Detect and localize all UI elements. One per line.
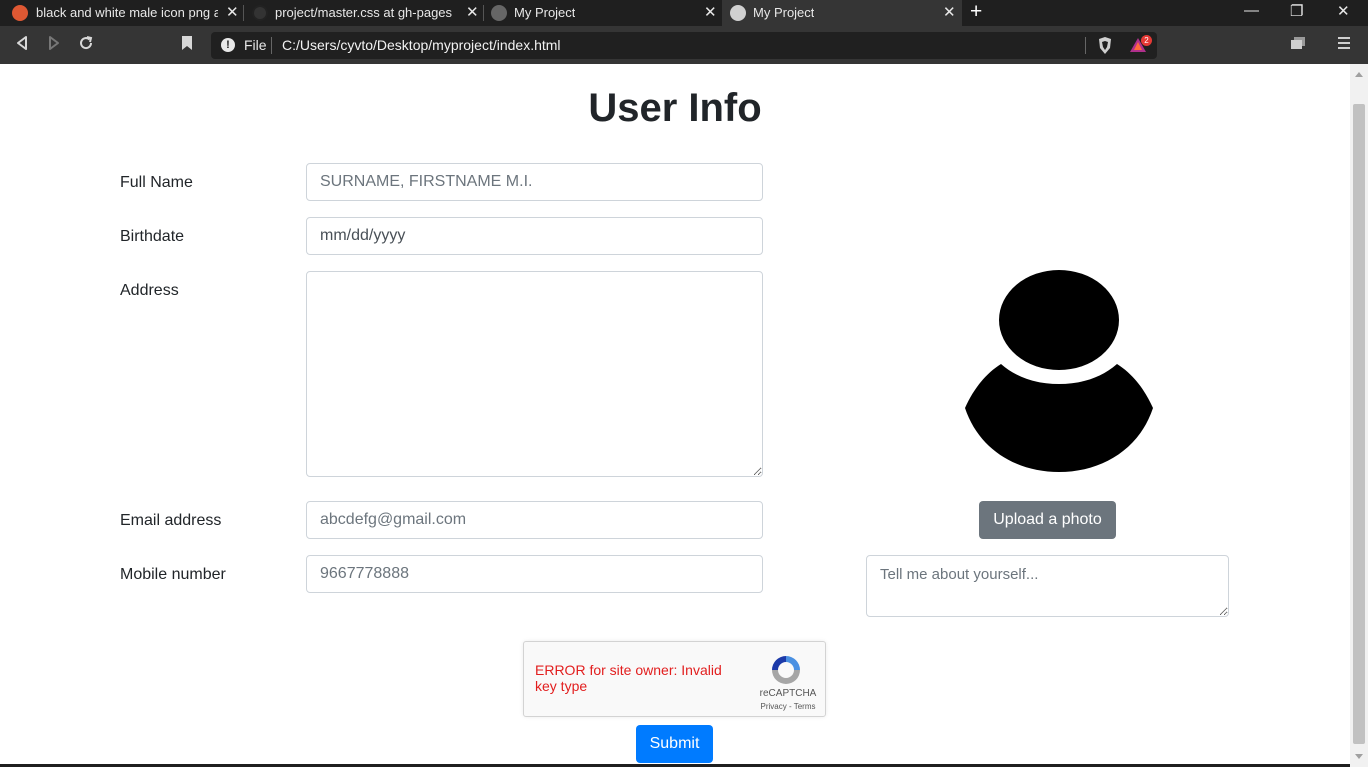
address-label: Address	[120, 282, 179, 299]
url-divider	[271, 37, 272, 54]
tab-title: project/master.css at gh-pages · cy	[275, 5, 453, 20]
email-label: Email address	[120, 512, 222, 529]
brave-shield-icon[interactable]	[1097, 36, 1113, 55]
page-scrollbar[interactable]	[1350, 64, 1368, 767]
birthdate-label: Birthdate	[120, 228, 185, 245]
globe-icon	[730, 5, 746, 21]
user-avatar-icon	[965, 270, 1153, 472]
info-icon[interactable]: !	[221, 38, 235, 52]
page-title: User Info	[588, 86, 762, 130]
brave-rewards-icon[interactable]: 2	[1129, 35, 1152, 55]
scroll-down-arrow-icon[interactable]	[1355, 754, 1363, 759]
mobile-label: Mobile number	[120, 566, 226, 583]
full-name-input[interactable]	[306, 163, 763, 201]
address-textarea[interactable]	[306, 271, 763, 477]
recaptcha-links[interactable]: Privacy - Terms	[758, 702, 818, 711]
url-scheme: File	[244, 37, 267, 53]
address-bar[interactable]: ! File C:/Users/cyvto/Desktop/myproject/…	[211, 32, 1157, 59]
close-tab-icon[interactable]: ✕	[226, 3, 239, 21]
browser-toolbar: ! File C:/Users/cyvto/Desktop/myproject/…	[0, 26, 1368, 64]
tab-title: My Project	[514, 5, 576, 20]
recaptcha-widget[interactable]: ERROR for site owner: Invalid key type r…	[523, 641, 826, 717]
github-icon	[252, 5, 268, 21]
globe-icon	[491, 5, 507, 21]
upload-photo-button[interactable]: Upload a photo	[979, 501, 1116, 539]
recaptcha-error-text: ERROR for site owner: Invalid key type	[535, 662, 722, 694]
rewards-badge: 2	[1141, 35, 1152, 46]
tab-title: black and white male icon png at D	[36, 5, 218, 20]
forward-icon[interactable]	[47, 35, 61, 56]
full-name-label: Full Name	[120, 174, 193, 191]
mobile-input[interactable]	[306, 555, 763, 593]
reload-icon[interactable]	[78, 35, 94, 56]
tab-github[interactable]: project/master.css at gh-pages · cy ✕	[244, 0, 483, 26]
new-tab-button[interactable]: +	[970, 1, 982, 23]
restore-icon[interactable]: ❐	[1290, 2, 1303, 20]
about-textarea[interactable]	[866, 555, 1229, 617]
close-window-icon[interactable]: ✕	[1337, 2, 1350, 20]
close-tab-icon[interactable]: ✕	[466, 3, 479, 21]
url-text[interactable]: C:/Users/cyvto/Desktop/myproject/index.h…	[282, 37, 561, 53]
menu-icon[interactable]	[1338, 36, 1350, 55]
wallet-icon[interactable]	[1290, 36, 1306, 55]
tab-my-project[interactable]: My Project ✕	[484, 0, 721, 26]
bookmark-icon[interactable]	[181, 35, 193, 56]
tab-my-project-active[interactable]: My Project ✕	[722, 0, 962, 26]
minimize-icon[interactable]: —	[1244, 2, 1259, 19]
url-divider	[1085, 37, 1086, 54]
email-input[interactable]	[306, 501, 763, 539]
scrollbar-thumb[interactable]	[1353, 104, 1365, 744]
submit-button[interactable]: Submit	[636, 725, 713, 763]
recaptcha-brand: reCAPTCHA	[759, 688, 817, 699]
close-tab-icon[interactable]: ✕	[704, 3, 717, 21]
back-icon[interactable]	[15, 35, 29, 56]
tab-strip: black and white male icon png at D ✕ pro…	[0, 0, 1368, 26]
tab-duckduckgo[interactable]: black and white male icon png at D ✕	[0, 0, 242, 26]
close-tab-icon[interactable]: ✕	[943, 3, 956, 21]
duckduckgo-icon	[12, 5, 28, 21]
page-content: User Info Full Name Birthdate mm/dd/yyyy…	[0, 64, 1350, 767]
recaptcha-logo-icon	[772, 656, 800, 684]
birthdate-input[interactable]: mm/dd/yyyy	[306, 217, 763, 255]
tab-title: My Project	[753, 5, 815, 20]
scroll-up-arrow-icon[interactable]	[1355, 72, 1363, 77]
